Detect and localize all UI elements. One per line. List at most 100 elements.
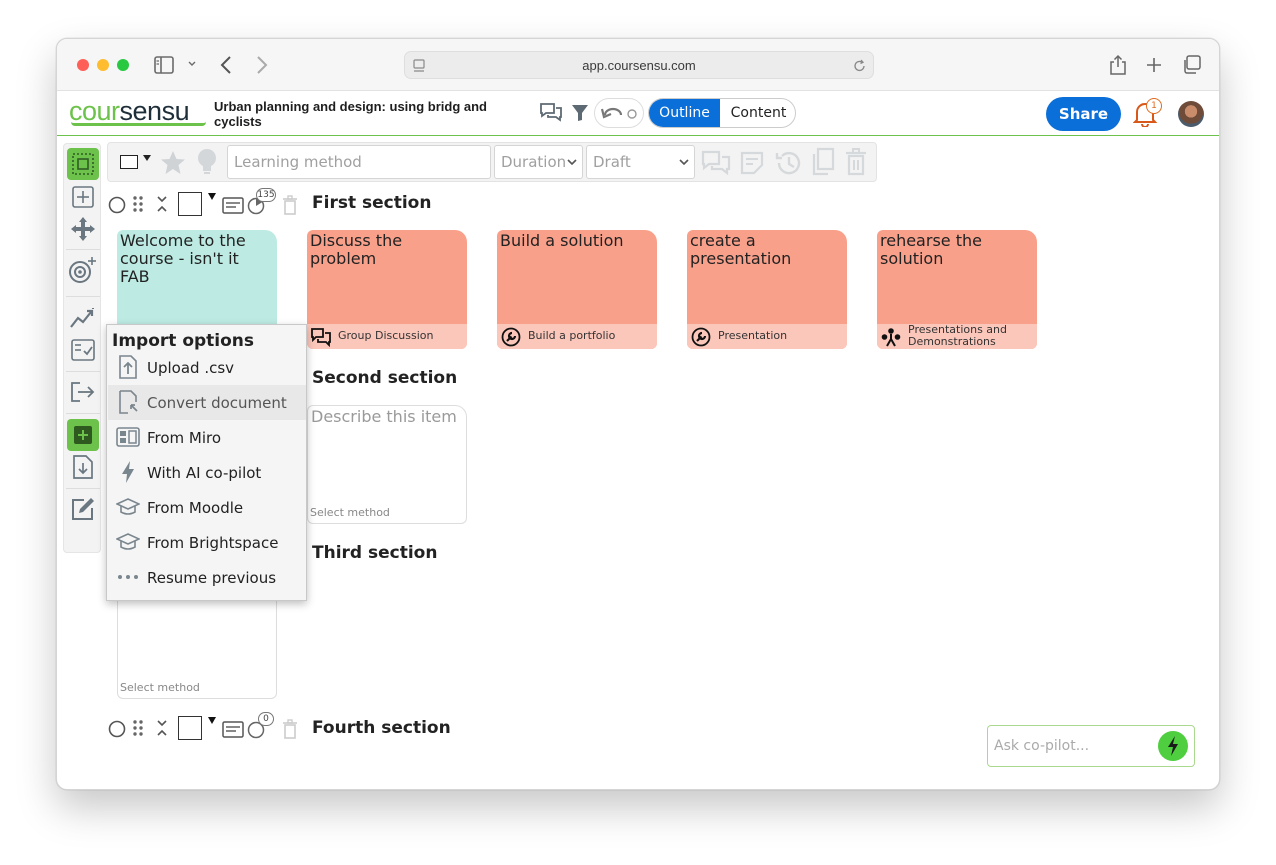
new-tab-icon[interactable] [1146, 57, 1162, 73]
export-button[interactable] [67, 376, 99, 408]
import-options-menu: Import options Upload .csv Convert docum… [106, 324, 307, 601]
filter-icon[interactable] [571, 104, 589, 122]
trend-chart-icon [70, 308, 94, 328]
edit-button[interactable] [67, 493, 99, 525]
history-icon[interactable] [774, 149, 802, 177]
learning-method-input[interactable]: Learning method [227, 145, 491, 179]
drag-handle-icon[interactable] [133, 719, 143, 737]
miro-board-icon [116, 427, 140, 447]
activity-card[interactable]: Describe this item Select method [307, 405, 467, 524]
move-button[interactable] [67, 213, 99, 245]
radio-circle-icon[interactable] [108, 196, 126, 214]
drag-handle-icon[interactable] [133, 195, 143, 213]
avatar[interactable] [1178, 101, 1204, 127]
outline-view-button[interactable]: Outline [649, 99, 720, 127]
forward-arrow-icon[interactable] [256, 55, 268, 75]
people-icon [881, 328, 901, 347]
graduation-cap-icon [116, 498, 140, 515]
content-view-button[interactable]: Content [720, 99, 795, 127]
close-window-button[interactable] [77, 59, 89, 71]
radio-circle-icon[interactable] [108, 720, 126, 738]
add-outcome-button[interactable] [67, 254, 99, 286]
card-text: Build a solution [500, 231, 624, 250]
checklist-button[interactable] [67, 334, 99, 366]
download-file-button[interactable] [67, 451, 99, 483]
select-method-link[interactable]: Select method [310, 506, 390, 519]
activity-card[interactable]: Discuss the problem Group Discussion [307, 230, 467, 349]
status-select-value: Draft [593, 153, 631, 171]
view-toggle: Outline Content [648, 98, 796, 128]
share-page-icon[interactable] [1109, 54, 1127, 76]
course-title[interactable]: Urban planning and design: using bridg a… [214, 99, 494, 129]
menu-item-upload-csv[interactable]: Upload .csv [108, 350, 306, 385]
card-text: Discuss the problem [310, 231, 403, 268]
menu-item-ai-copilot[interactable]: With AI co-pilot [108, 455, 306, 490]
analytics-button[interactable] [67, 302, 99, 334]
duplicate-icon[interactable] [810, 147, 836, 177]
chevron-down-icon[interactable] [188, 61, 196, 67]
menu-item-resume-previous[interactable]: Resume previous [108, 560, 306, 595]
caret-down-icon[interactable] [208, 193, 216, 200]
card-method-footer[interactable]: Group Discussion [307, 324, 467, 349]
reload-icon[interactable] [853, 59, 867, 73]
activity-card[interactable]: rehearse the solution Presentations and … [877, 230, 1037, 349]
section-title[interactable]: Fourth section [312, 718, 451, 738]
note-icon[interactable] [740, 151, 764, 175]
section-title[interactable]: First section [312, 193, 431, 213]
upload-file-icon [119, 355, 137, 379]
address-bar[interactable]: app.coursensu.com [404, 51, 874, 79]
back-arrow-icon[interactable] [220, 55, 232, 75]
menu-item-from-moodle[interactable]: From Moodle [108, 490, 306, 525]
caret-down-icon[interactable] [208, 717, 216, 724]
redo-indicator-icon[interactable] [626, 108, 638, 120]
wrench-icon [691, 327, 711, 347]
section-title[interactable]: Second section [312, 368, 457, 388]
toolbar-divider [66, 296, 100, 297]
caret-down-icon[interactable] [143, 155, 151, 161]
card-method-footer[interactable]: Build a portfolio [497, 324, 657, 349]
lightbulb-icon[interactable] [196, 148, 218, 176]
note-card-icon[interactable] [222, 197, 244, 214]
toolbar-divider [66, 488, 100, 489]
trash-icon[interactable] [282, 719, 298, 739]
section-checkbox[interactable] [178, 192, 202, 216]
zoom-window-button[interactable] [117, 59, 129, 71]
activity-card[interactable]: Build a solution Build a portfolio [497, 230, 657, 349]
minimize-window-button[interactable] [97, 59, 109, 71]
note-card-icon[interactable] [222, 721, 244, 738]
import-button[interactable] [67, 419, 99, 451]
copilot-input[interactable]: Ask co-pilot... [987, 725, 1195, 767]
card-text[interactable]: Describe this item [311, 408, 462, 426]
section-checkbox[interactable] [178, 716, 202, 740]
undo-icon[interactable] [601, 106, 623, 120]
section-title[interactable]: Third section [312, 543, 437, 563]
tab-overview-icon[interactable] [1182, 55, 1201, 74]
trash-icon[interactable] [845, 148, 867, 176]
duration-select[interactable]: Duration [494, 145, 583, 179]
browser-titlebar: app.coursensu.com [57, 39, 1219, 91]
menu-item-from-brightspace[interactable]: From Brightspace [108, 525, 306, 560]
card-method-footer[interactable]: Presentations and Demonstrations [877, 324, 1037, 349]
comments-icon[interactable] [539, 102, 563, 124]
select-all-checkbox[interactable] [120, 155, 138, 169]
undo-redo-control[interactable] [594, 98, 644, 128]
collapse-icon[interactable] [156, 195, 168, 213]
activity-card[interactable]: create a presentation Presentation [687, 230, 847, 349]
add-item-button[interactable] [67, 181, 99, 213]
select-method-link[interactable]: Select method [120, 681, 200, 694]
card-method-footer[interactable]: Presentation [687, 324, 847, 349]
card-method-label: Presentations and Demonstrations [908, 323, 1008, 348]
copilot-send-button[interactable] [1158, 731, 1188, 761]
share-button[interactable]: Share [1046, 97, 1121, 131]
menu-item-from-miro[interactable]: From Miro [108, 420, 306, 455]
trash-icon[interactable] [282, 195, 298, 215]
comments-icon[interactable] [701, 149, 731, 177]
status-select[interactable]: Draft [586, 145, 695, 179]
sidebar-toggle-icon[interactable] [154, 56, 174, 74]
menu-item-label: From Miro [147, 429, 222, 447]
collapse-icon[interactable] [156, 719, 168, 737]
menu-item-convert-document[interactable]: Convert document [108, 385, 306, 420]
star-icon[interactable] [160, 150, 186, 175]
lightning-icon [1168, 736, 1178, 756]
select-mode-button[interactable] [67, 148, 99, 180]
